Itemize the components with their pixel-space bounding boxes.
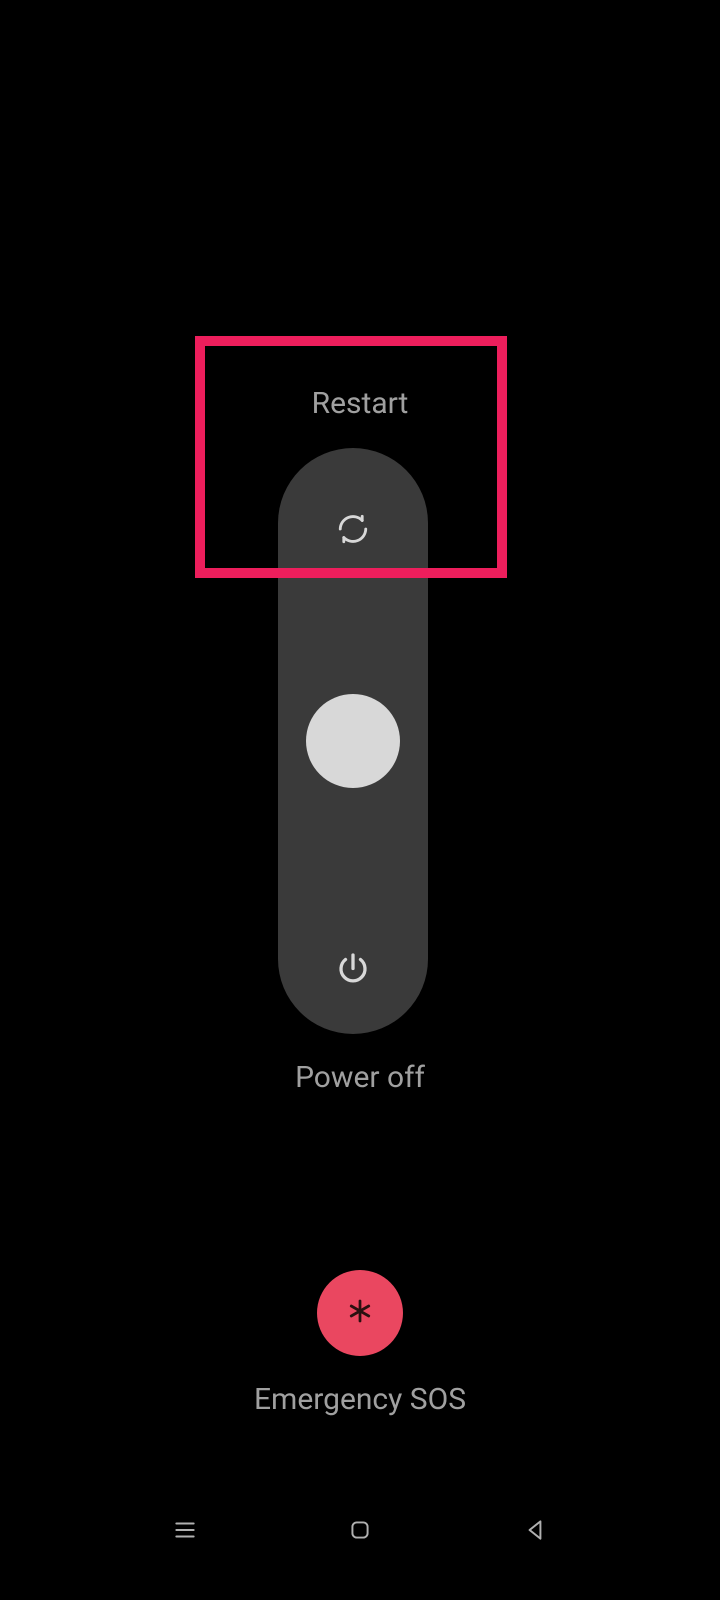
recents-button[interactable] (170, 1515, 200, 1545)
power-icon (335, 952, 371, 988)
slider-knob[interactable] (306, 694, 400, 788)
home-button[interactable] (345, 1515, 375, 1545)
restart-icon (336, 512, 370, 546)
emergency-sos-label: Emergency SOS (0, 1382, 720, 1417)
poweroff-label: Power off (0, 1060, 720, 1095)
emergency-sos-button[interactable] (317, 1270, 403, 1356)
power-slider-track[interactable] (278, 448, 428, 1034)
asterisk-icon (345, 1296, 375, 1330)
back-button[interactable] (520, 1515, 550, 1545)
restart-label: Restart (0, 386, 720, 421)
navigation-bar (0, 1510, 720, 1550)
